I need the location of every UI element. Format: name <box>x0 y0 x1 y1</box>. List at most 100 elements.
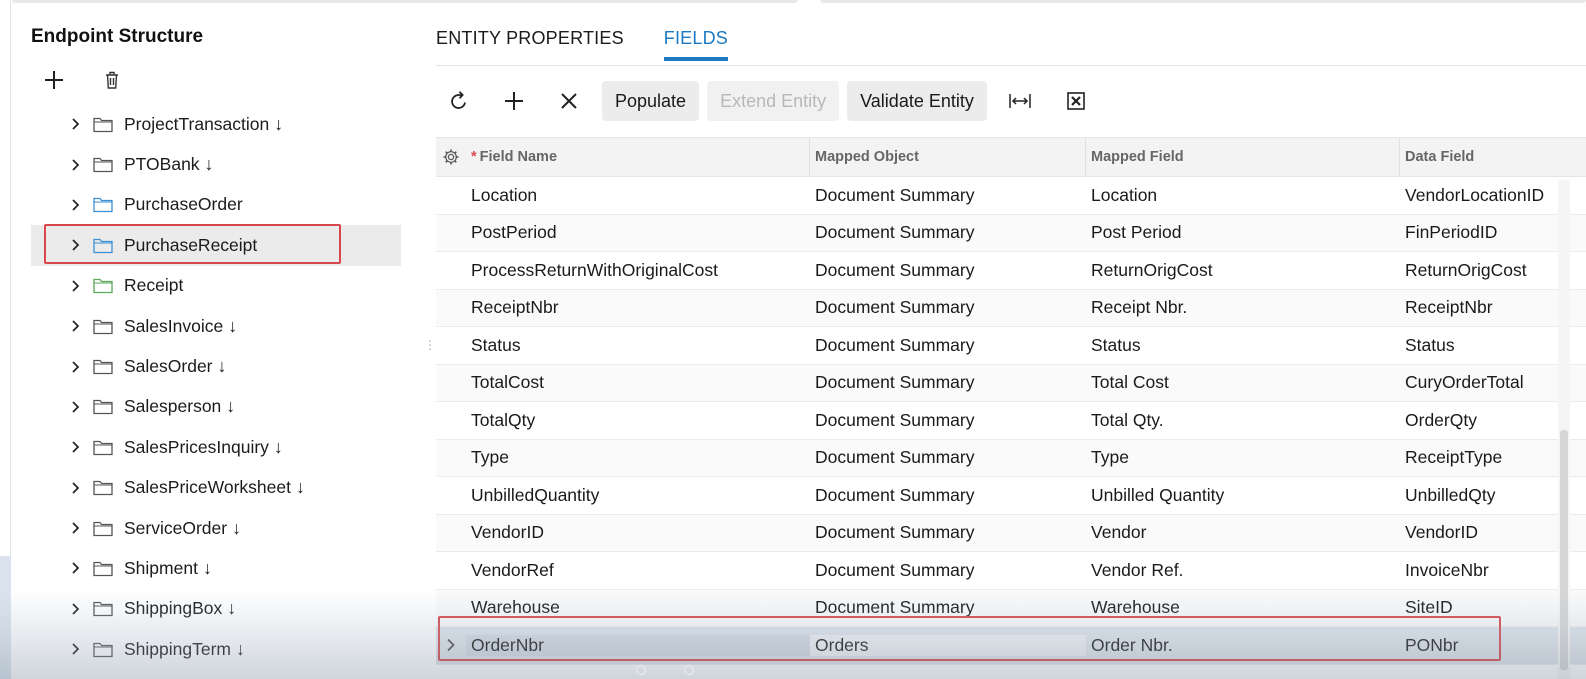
tree-item[interactable]: PurchaseReceipt <box>31 225 401 266</box>
chevron-right-icon[interactable] <box>71 401 93 413</box>
cell-mapped-field[interactable]: Vendor <box>1086 522 1400 543</box>
chevron-right-icon[interactable] <box>71 603 93 615</box>
validate-entity-button[interactable]: Validate Entity <box>847 81 987 121</box>
column-header-mapped-field[interactable]: Mapped Field <box>1086 138 1400 176</box>
column-header-data-field[interactable]: Data Field <box>1400 138 1586 176</box>
fit-columns-icon[interactable] <box>1007 88 1033 114</box>
chevron-right-icon[interactable] <box>71 643 93 655</box>
cell-mapped-object[interactable]: Document Summary <box>810 447 1086 468</box>
tab-fields[interactable]: FIELDS <box>663 28 728 61</box>
tree-item[interactable]: ShippingTerm ↓ <box>31 629 401 669</box>
cell-field-name[interactable]: Location <box>466 185 810 206</box>
chevron-right-icon[interactable] <box>71 118 93 130</box>
table-row[interactable]: OrderNbr Orders Order Nbr. PONbr <box>436 627 1586 665</box>
table-row[interactable]: UnbilledQuantity Document Summary Unbilled… <box>436 477 1586 515</box>
cell-mapped-object[interactable]: Document Summary <box>810 260 1086 281</box>
table-row[interactable]: TotalCost Document Summary Total Cost CuryO… <box>436 364 1586 402</box>
cell-field-name[interactable]: OrderNbr <box>466 634 810 656</box>
cell-field-name[interactable]: VendorID <box>466 522 810 543</box>
table-row[interactable]: VendorID Document Summary Vendor VendorID <box>436 514 1586 552</box>
cell-field-name[interactable]: TotalCost <box>466 372 810 393</box>
trash-icon[interactable] <box>98 66 126 94</box>
tree-item[interactable]: Shipment ↓ <box>31 548 401 588</box>
cell-mapped-object[interactable]: Orders <box>810 634 1086 656</box>
table-row[interactable]: TotalQty Document Summary Total Qty. OrderQ… <box>436 402 1586 440</box>
cell-mapped-object[interactable]: Document Summary <box>810 222 1086 243</box>
cell-mapped-field[interactable]: Location <box>1086 185 1400 206</box>
cell-field-name[interactable]: Type <box>466 447 810 468</box>
close-icon[interactable] <box>556 88 582 114</box>
chevron-right-icon[interactable] <box>71 562 93 575</box>
cell-mapped-field[interactable]: Total Cost <box>1086 372 1400 393</box>
plus-icon[interactable] <box>40 66 68 94</box>
cell-field-name[interactable]: UnbilledQuantity <box>466 485 810 506</box>
tree-item[interactable]: ShippingBox ↓ <box>31 589 401 629</box>
cell-mapped-object[interactable]: Document Summary <box>810 335 1086 356</box>
chevron-right-icon[interactable] <box>71 482 93 494</box>
chevron-right-icon[interactable] <box>71 239 93 251</box>
cell-mapped-object[interactable]: Document Summary <box>810 410 1086 431</box>
table-row[interactable]: Status Document Summary Status Status <box>436 327 1586 365</box>
column-header-mapped-object[interactable]: Mapped Object <box>810 138 1086 176</box>
folder-icon <box>93 358 115 375</box>
column-header-field-name[interactable]: * Field Name <box>466 138 810 176</box>
cell-mapped-field[interactable]: Type <box>1086 447 1400 468</box>
tree-item[interactable]: PTOBank ↓ <box>31 144 401 184</box>
table-row[interactable]: Warehouse Document Summary Warehouse SiteID <box>436 589 1586 627</box>
cell-mapped-field[interactable]: Order Nbr. <box>1086 635 1400 656</box>
cell-mapped-field[interactable]: Warehouse <box>1086 597 1400 618</box>
cell-mapped-object[interactable]: Document Summary <box>810 372 1086 393</box>
scrollbar-thumb[interactable] <box>1560 430 1568 670</box>
cell-mapped-field[interactable]: ReturnOrigCost <box>1086 260 1400 281</box>
cell-mapped-object[interactable]: Document Summary <box>810 560 1086 581</box>
cell-mapped-object[interactable]: Document Summary <box>810 522 1086 543</box>
cell-mapped-object[interactable]: Document Summary <box>810 185 1086 206</box>
extend-entity-button[interactable]: Extend Entity <box>707 81 840 121</box>
chevron-right-icon[interactable] <box>71 320 93 332</box>
chevron-right-icon[interactable] <box>71 522 93 534</box>
cell-field-name[interactable]: Status <box>466 335 810 356</box>
excel-export-icon[interactable] <box>1063 88 1089 114</box>
chevron-right-icon[interactable] <box>71 360 93 373</box>
cell-mapped-field[interactable]: Total Qty. <box>1086 410 1400 431</box>
tree-item[interactable]: ProjectTransaction ↓ <box>31 104 401 144</box>
chevron-right-icon[interactable] <box>71 158 93 171</box>
refresh-icon[interactable] <box>446 88 472 114</box>
chevron-right-icon[interactable] <box>71 199 93 211</box>
cell-mapped-object[interactable]: Document Summary <box>810 485 1086 506</box>
chevron-right-icon[interactable] <box>71 441 93 453</box>
table-row[interactable]: ProcessReturnWithOriginalCost Document Su… <box>436 252 1586 290</box>
chevron-right-icon[interactable] <box>71 280 93 292</box>
gear-icon[interactable] <box>436 138 466 176</box>
populate-button[interactable]: Populate <box>602 81 700 121</box>
table-row[interactable]: ReceiptNbr Document Summary Receipt Nbr. Re… <box>436 289 1586 327</box>
cell-field-name[interactable]: TotalQty <box>466 410 810 431</box>
tree-item[interactable]: ServiceOrder ↓ <box>31 508 401 548</box>
tree-item[interactable]: Receipt <box>31 266 401 306</box>
cell-mapped-field[interactable]: Post Period <box>1086 222 1400 243</box>
splitter-handle[interactable]: ⋮ <box>424 338 436 352</box>
cell-field-name[interactable]: VendorRef <box>466 560 810 581</box>
table-row[interactable]: Location Document Summary Location VendorLo… <box>436 177 1586 215</box>
cell-mapped-field[interactable]: Unbilled Quantity <box>1086 485 1400 506</box>
cell-mapped-field[interactable]: Vendor Ref. <box>1086 560 1400 581</box>
cell-mapped-field[interactable]: Receipt Nbr. <box>1086 297 1400 318</box>
cell-field-name[interactable]: Warehouse <box>466 597 810 618</box>
tree-item[interactable]: SalesOrder ↓ <box>31 346 401 386</box>
tree-item[interactable]: SalesPriceWorksheet ↓ <box>31 468 401 508</box>
plus-icon[interactable] <box>501 88 527 114</box>
tree-item[interactable]: PurchaseOrder <box>31 185 401 225</box>
cell-mapped-field[interactable]: Status <box>1086 335 1400 356</box>
cell-mapped-object[interactable]: Document Summary <box>810 597 1086 618</box>
cell-field-name[interactable]: PostPeriod <box>466 222 810 243</box>
tree-item[interactable]: Salesperson ↓ <box>31 387 401 427</box>
table-row[interactable]: VendorRef Document Summary Vendor Ref. Invo… <box>436 552 1586 590</box>
cell-field-name[interactable]: ReceiptNbr <box>466 297 810 318</box>
table-row[interactable]: Type Document Summary Type ReceiptType <box>436 439 1586 477</box>
tree-item[interactable]: SalesPricesInquiry ↓ <box>31 427 401 467</box>
tree-item[interactable]: SalesInvoice ↓ <box>31 306 401 346</box>
tab-entity-properties[interactable]: ENTITY PROPERTIES <box>436 28 624 61</box>
cell-field-name[interactable]: ProcessReturnWithOriginalCost <box>466 260 810 281</box>
cell-mapped-object[interactable]: Document Summary <box>810 297 1086 318</box>
table-row[interactable]: PostPeriod Document Summary Post Period Fin… <box>436 214 1586 252</box>
